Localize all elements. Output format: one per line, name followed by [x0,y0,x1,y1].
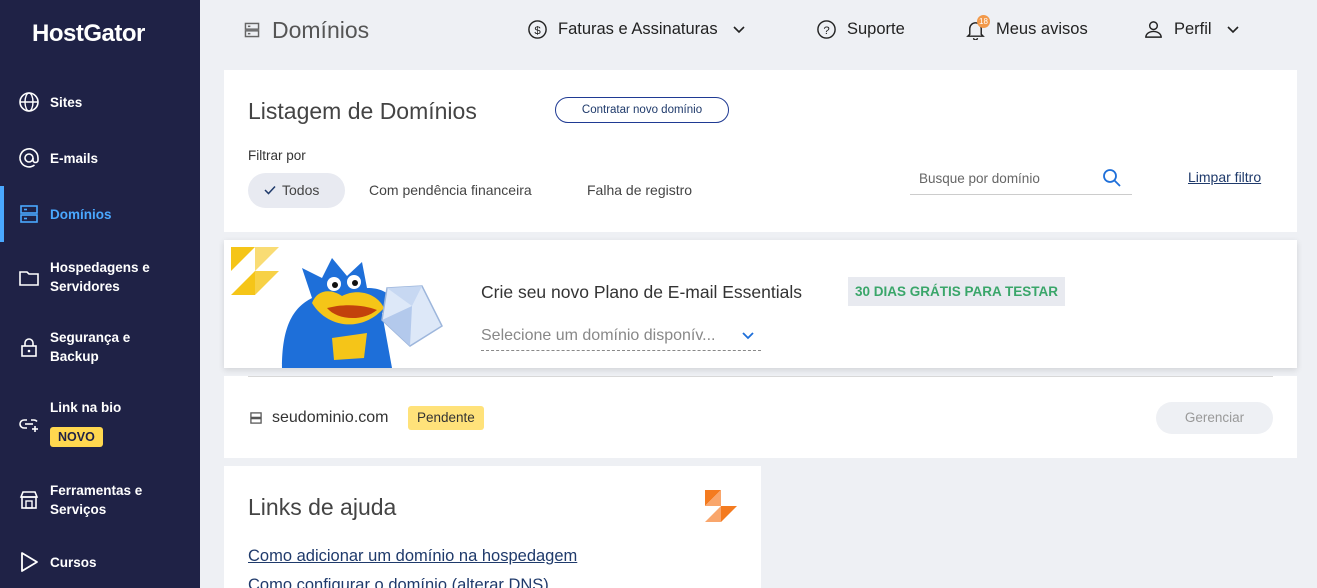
lock-icon [21,338,37,357]
divider [248,376,1273,377]
server-icon [244,22,260,38]
sidebar-item-cursos[interactable]: Cursos [0,550,200,574]
at-sign-icon [19,148,39,168]
filter-chip-label: Todos [282,182,320,198]
sidebar-item-label: Sites [50,95,83,110]
manage-button[interactable]: Gerenciar [1156,402,1273,434]
support-label: Suporte [847,20,905,38]
filter-chip-falha-registro[interactable]: Falha de registro [587,173,692,208]
page-title: Domínios [272,17,370,43]
help-link-add-domain[interactable]: Como adicionar um domínio na hospedagem [248,547,577,566]
filter-chip-pendencia[interactable]: Com pendência financeira [369,173,532,208]
filter-label: Filtrar por [248,148,306,163]
folder-icon [19,271,39,286]
dollar-icon: $ [528,20,547,39]
domain-list: seudominio.com Pendente Gerenciar [224,376,1297,458]
search-box [910,163,1132,195]
link-icon [19,419,38,432]
chevron-down-icon [733,25,745,33]
sidebar-item-label: E-mails [50,151,99,166]
sidebar-item-link-na-bio[interactable]: Link na bio [0,397,200,432]
billing-label: Faturas e Assinaturas [558,20,718,38]
profile-label: Perfil [1174,20,1212,38]
help-title: Links de ajuda [248,494,397,520]
domain-select[interactable]: Selecione um domínio disponív... [481,327,761,351]
listing-title: Listagem de Domínios [248,98,477,124]
hostgator-logo[interactable]: HostGator [32,20,145,48]
play-icon [21,552,38,572]
domain-select-placeholder: Selecione um domínio disponív... [481,327,716,344]
sidebar-item-label: Ferramentas e Serviços [50,483,143,517]
domain-name[interactable]: seudominio.com [272,409,389,427]
sidebar-item-dominios[interactable]: Domínios [0,186,200,242]
check-icon [264,185,276,195]
sidebar-item-label: Link na bio [50,400,122,415]
chevron-down-icon [1227,25,1239,33]
sidebar-item-sites[interactable]: Sites [0,90,200,114]
sidebar-item-label: Cursos [50,555,97,570]
sidebar-item-emails[interactable]: E-mails [0,146,200,170]
svg-text:$: $ [534,25,541,37]
help-link-configure-dns[interactable]: Como configurar o domínio (alterar DNS) [248,576,549,588]
clear-filter-link[interactable]: Limpar filtro [1188,169,1261,185]
store-icon [19,491,39,509]
filter-chip-todos[interactable]: Todos [248,173,345,208]
sidebar-item-label: Hospedagens e Servidores [50,260,150,294]
sidebar-item-seguranca[interactable]: Segurança e Backup [0,328,200,368]
search-icon[interactable] [1102,168,1122,188]
free-trial-badge: 30 DIAS GRÁTIS PARA TESTAR [848,277,1066,306]
profile-menu[interactable]: Perfil [1143,19,1240,40]
chevron-down-icon [742,332,754,340]
new-badge: NOVO [50,427,103,447]
domain-listing-card: Listagem de Domínios Contratar novo domí… [224,70,1297,232]
sidebar-item-hospedagens[interactable]: Hospedagens e Servidores [0,258,200,298]
search-input[interactable] [910,163,1090,193]
new-domain-button[interactable]: Contratar novo domínio [555,97,729,123]
sidebar: HostGator Sites E-mails Domínios Hospeda… [0,0,200,588]
help-links-card: Links de ajuda Como adicionar um domínio… [224,466,761,588]
promo-text: Crie seu novo Plano de E-mail Essentials [481,282,802,302]
notifications-count-badge: 18 [977,15,990,28]
sidebar-item-label: Domínios [50,207,112,222]
brand-shapes-graphic [705,490,737,522]
server-icon [250,412,262,424]
sidebar-item-ferramentas[interactable]: Ferramentas e Serviços [0,481,200,521]
globe-icon [19,92,39,112]
status-badge: Pendente [408,406,484,430]
svg-text:?: ? [823,25,829,37]
server-icon [20,205,38,223]
support-link[interactable]: ? Suporte [816,19,905,40]
help-circle-icon: ? [817,20,836,39]
notifications-label: Meus avisos [996,20,1088,38]
user-icon [1145,21,1162,38]
billing-menu[interactable]: $ Faturas e Assinaturas [527,19,746,40]
promo-banner: Crie seu novo Plano de E-mail Essentials… [224,240,1297,368]
gator-mascot-graphic [282,258,443,368]
sidebar-item-label: Segurança e Backup [50,330,131,364]
